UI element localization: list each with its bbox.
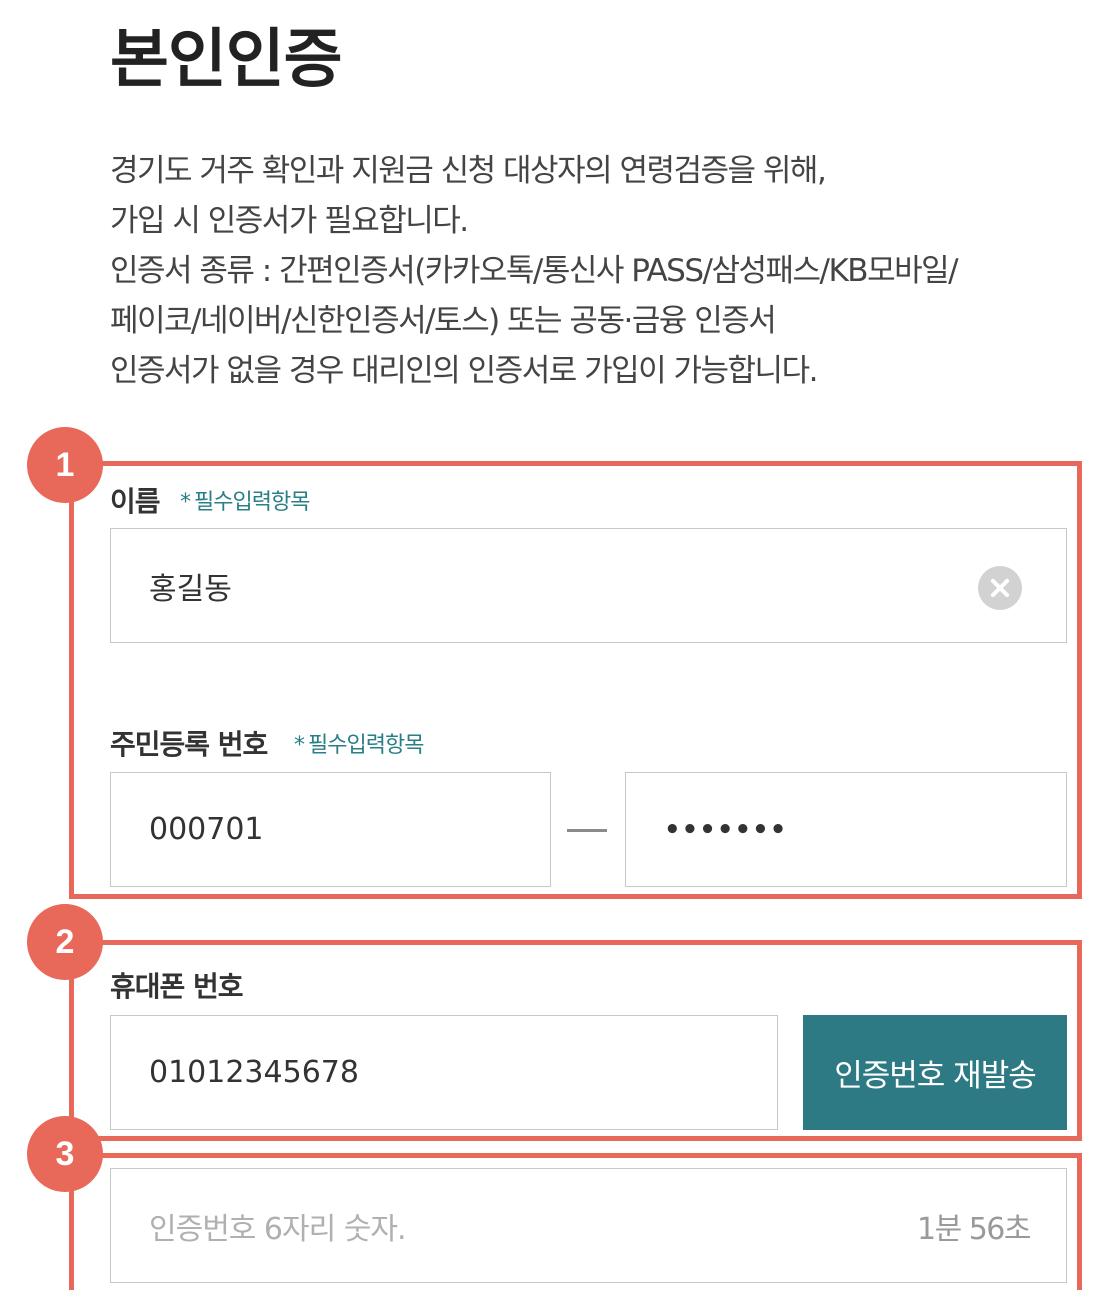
step-badge-1: 1 — [27, 427, 103, 503]
verification-code-placeholder: 인증번호 6자리 숫자. — [149, 1211, 406, 1247]
name-input-value: 홍길동 — [149, 571, 232, 607]
description-line: 경기도 거주 확인과 지원금 신청 대상자의 연령검증을 위해, — [110, 153, 827, 189]
required-star: * — [180, 490, 191, 515]
page-title: 본인인증 — [110, 23, 343, 97]
name-label: 이름 — [110, 485, 161, 518]
rrn-front-input[interactable]: 000701 — [110, 772, 551, 887]
required-text: 필수입력항목 — [194, 490, 310, 515]
description-line: 가입 시 인증서가 필요합니다. — [110, 203, 469, 239]
step-badge-3: 3 — [27, 1116, 103, 1192]
rrn-label: 주민등록 번호 — [110, 728, 268, 761]
rrn-back-input[interactable]: ••••••• — [625, 772, 1067, 887]
name-required-note: * 필수입력항목 — [180, 484, 310, 516]
description-line: 페이코/네이버/신한인증서/토스) 또는 공동·금융 인증서 — [110, 303, 777, 339]
page-description: 경기도 거주 확인과 지원금 신청 대상자의 연령검증을 위해, 가입 시 인증… — [110, 146, 1070, 396]
phone-label: 휴대폰 번호 — [110, 970, 244, 1003]
description-line: 인증서 종류 : 간편인증서(카카오톡/통신사 PASS/삼성패스/KB모바일/ — [110, 253, 959, 289]
resend-code-button[interactable]: 인증번호 재발송 — [803, 1015, 1067, 1130]
required-text: 필수입력항목 — [308, 733, 424, 758]
verification-code-input[interactable]: 인증번호 6자리 숫자. 1분 56초 — [110, 1168, 1067, 1283]
rrn-required-note: * 필수입력항목 — [294, 727, 424, 759]
required-star: * — [294, 733, 305, 758]
name-input[interactable]: 홍길동 — [110, 528, 1067, 643]
clear-circle-icon[interactable] — [978, 566, 1022, 610]
phone-input-value: 01012345678 — [149, 1055, 359, 1090]
rrn-separator — [567, 829, 607, 832]
rrn-back-masked-value: ••••••• — [664, 814, 788, 845]
step-badge-2: 2 — [27, 904, 103, 980]
phone-input[interactable]: 01012345678 — [110, 1015, 778, 1130]
countdown-timer: 1분 56초 — [917, 1211, 1032, 1247]
rrn-front-value: 000701 — [149, 812, 264, 847]
description-line: 인증서가 없을 경우 대리인의 인증서로 가입이 가능합니다. — [110, 353, 818, 389]
